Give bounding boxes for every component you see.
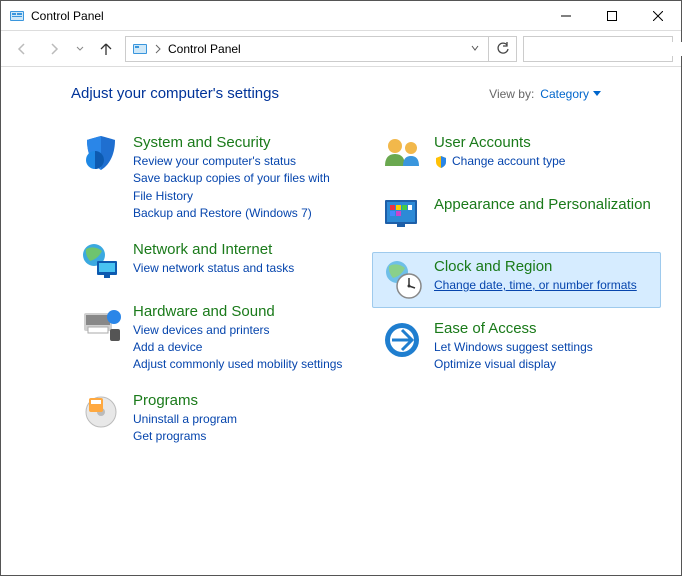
hardware-sound-icon	[79, 303, 123, 347]
navigation-toolbar: Control Panel	[1, 31, 681, 67]
up-button[interactable]	[93, 36, 119, 62]
category-clock-region: Clock and Region Change date, time, or n…	[372, 252, 661, 308]
category-ease-of-access: Ease of Access Let Windows suggest setti…	[372, 314, 661, 380]
sub-review-status[interactable]: Review your computer's status	[133, 153, 352, 170]
refresh-icon	[496, 42, 510, 56]
content-area: Adjust your computer's settings View by:…	[1, 67, 681, 575]
category-appearance: Appearance and Personalization	[372, 190, 661, 246]
sub-get-programs[interactable]: Get programs	[133, 428, 352, 445]
titlebar: Control Panel	[1, 1, 681, 31]
sub-file-history[interactable]: Save backup copies of your files with Fi…	[133, 170, 352, 205]
right-column: User Accounts Change account type Appear…	[372, 128, 661, 565]
window-title: Control Panel	[31, 9, 543, 23]
user-accounts-icon	[380, 134, 424, 178]
close-icon	[653, 11, 663, 21]
categories-grid: System and Security Review your computer…	[71, 128, 661, 565]
window: Control Panel	[0, 0, 682, 576]
page-title: Adjust your computer's settings	[71, 85, 489, 102]
minimize-icon	[561, 11, 571, 21]
sub-suggest-settings[interactable]: Let Windows suggest settings	[434, 339, 653, 356]
search-input[interactable]	[530, 42, 682, 56]
viewby-dropdown[interactable]: Category	[540, 87, 601, 101]
addressbar-text: Control Panel	[168, 42, 462, 56]
control-panel-icon	[132, 41, 148, 57]
left-column: System and Security Review your computer…	[71, 128, 360, 565]
category-title[interactable]: Network and Internet	[133, 241, 352, 258]
chevron-down-icon	[76, 45, 84, 53]
appearance-icon	[380, 196, 424, 240]
category-programs: Programs Uninstall a program Get program…	[71, 386, 360, 452]
addressbar-dropdown[interactable]	[468, 42, 482, 56]
sub-optimize-display[interactable]: Optimize visual display	[434, 356, 653, 373]
ease-of-access-icon	[380, 320, 424, 364]
category-title[interactable]: Ease of Access	[434, 320, 653, 337]
content-header: Adjust your computer's settings View by:…	[71, 85, 661, 102]
sub-uninstall[interactable]: Uninstall a program	[133, 411, 352, 428]
category-title[interactable]: User Accounts	[434, 134, 653, 151]
category-title[interactable]: Appearance and Personalization	[434, 196, 653, 213]
sub-network-status[interactable]: View network status and tasks	[133, 260, 352, 277]
recent-dropdown[interactable]	[73, 36, 87, 62]
category-title[interactable]: Clock and Region	[434, 258, 653, 275]
forward-button	[41, 36, 67, 62]
minimize-button[interactable]	[543, 1, 589, 31]
maximize-icon	[607, 11, 617, 21]
category-title[interactable]: Programs	[133, 392, 352, 409]
sub-change-account-type[interactable]: Change account type	[434, 153, 653, 170]
category-title[interactable]: Hardware and Sound	[133, 303, 352, 320]
category-hardware-sound: Hardware and Sound View devices and prin…	[71, 297, 360, 380]
back-button	[9, 36, 35, 62]
sub-label: Change account type	[452, 153, 565, 170]
system-security-icon	[79, 134, 123, 178]
sub-mobility-settings[interactable]: Adjust commonly used mobility settings	[133, 356, 352, 373]
dropdown-arrow-icon	[593, 91, 601, 97]
addressbar[interactable]: Control Panel	[125, 36, 489, 62]
chevron-down-icon	[470, 43, 480, 53]
control-panel-icon	[9, 8, 25, 24]
viewby: View by: Category	[489, 87, 601, 101]
viewby-label: View by:	[489, 87, 534, 101]
sub-add-device[interactable]: Add a device	[133, 339, 352, 356]
chevron-right-icon	[154, 44, 162, 54]
forward-arrow-icon	[46, 41, 62, 57]
clock-region-icon	[380, 258, 424, 302]
category-user-accounts: User Accounts Change account type	[372, 128, 661, 184]
network-internet-icon	[79, 241, 123, 285]
category-network-internet: Network and Internet View network status…	[71, 235, 360, 291]
programs-icon	[79, 392, 123, 436]
back-arrow-icon	[14, 41, 30, 57]
category-system-security: System and Security Review your computer…	[71, 128, 360, 229]
sub-change-date-time[interactable]: Change date, time, or number formats	[434, 277, 653, 294]
category-title[interactable]: System and Security	[133, 134, 352, 151]
refresh-button[interactable]	[489, 36, 517, 62]
shield-icon	[434, 155, 448, 169]
sub-devices-printers[interactable]: View devices and printers	[133, 322, 352, 339]
sub-backup-restore[interactable]: Backup and Restore (Windows 7)	[133, 205, 352, 222]
close-button[interactable]	[635, 1, 681, 31]
maximize-button[interactable]	[589, 1, 635, 31]
up-arrow-icon	[98, 41, 114, 57]
window-controls	[543, 1, 681, 31]
search-box[interactable]	[523, 36, 673, 62]
viewby-value: Category	[540, 87, 589, 101]
